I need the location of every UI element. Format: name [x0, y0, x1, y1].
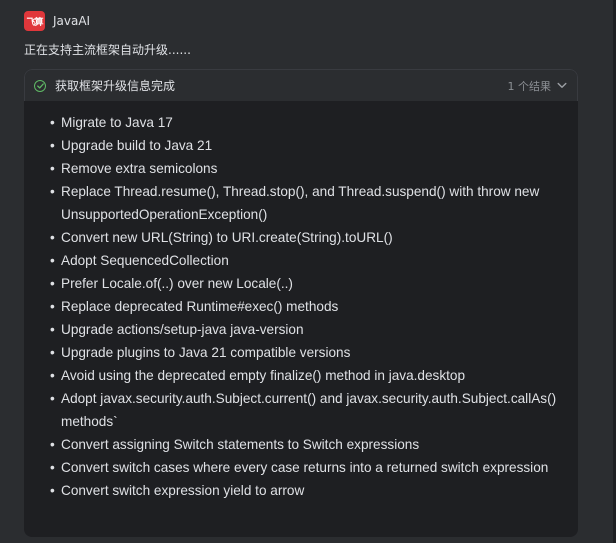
chat-panel: 飞算 JavaAI 正在支持主流框架自动升级...... 获取框架升级信息完成 …: [0, 0, 614, 543]
list-item: Convert switch cases where every case re…: [50, 456, 564, 479]
result-count: 1 个结果: [507, 79, 552, 93]
chevron-down-icon[interactable]: [557, 81, 567, 91]
list-item: Migrate to Java 17: [50, 111, 564, 134]
list-item: Replace deprecated Runtime#exec() method…: [50, 295, 564, 318]
list-item: Convert new URL(String) to URI.create(St…: [50, 226, 564, 249]
list-item: Upgrade actions/setup-java java-version: [50, 318, 564, 341]
upgrade-recipe-list: Migrate to Java 17Upgrade build to Java …: [50, 111, 564, 502]
app-logo: 飞算: [24, 11, 45, 31]
list-item: Upgrade plugins to Java 21 compatible ve…: [50, 341, 564, 364]
check-circle-icon: [34, 79, 46, 92]
status-message: 正在支持主流框架自动升级......: [24, 43, 191, 57]
result-card-header[interactable]: 获取框架升级信息完成 1 个结果: [24, 69, 578, 101]
app-logo-text: 飞算: [26, 17, 43, 28]
app-name: JavaAI: [53, 14, 91, 28]
result-card-title: 获取框架升级信息完成: [55, 79, 176, 93]
result-card: 获取框架升级信息完成 1 个结果 Migrate to Java 17Upgra…: [24, 69, 578, 537]
result-card-body: Migrate to Java 17Upgrade build to Java …: [24, 101, 578, 502]
list-item: Adopt SequencedCollection: [50, 249, 564, 272]
list-item: Adopt javax.security.auth.Subject.curren…: [50, 387, 564, 433]
list-item: Convert switch expression yield to arrow: [50, 479, 564, 502]
list-item: Replace Thread.resume(), Thread.stop(), …: [50, 180, 564, 226]
list-item: Upgrade build to Java 21: [50, 134, 564, 157]
message-header: 飞算 JavaAI: [24, 10, 90, 32]
list-item: Avoid using the deprecated empty finaliz…: [50, 364, 564, 387]
list-item: Convert assigning Switch statements to S…: [50, 433, 564, 456]
list-item: Prefer Locale.of(..) over new Locale(..): [50, 272, 564, 295]
list-item: Remove extra semicolons: [50, 157, 564, 180]
